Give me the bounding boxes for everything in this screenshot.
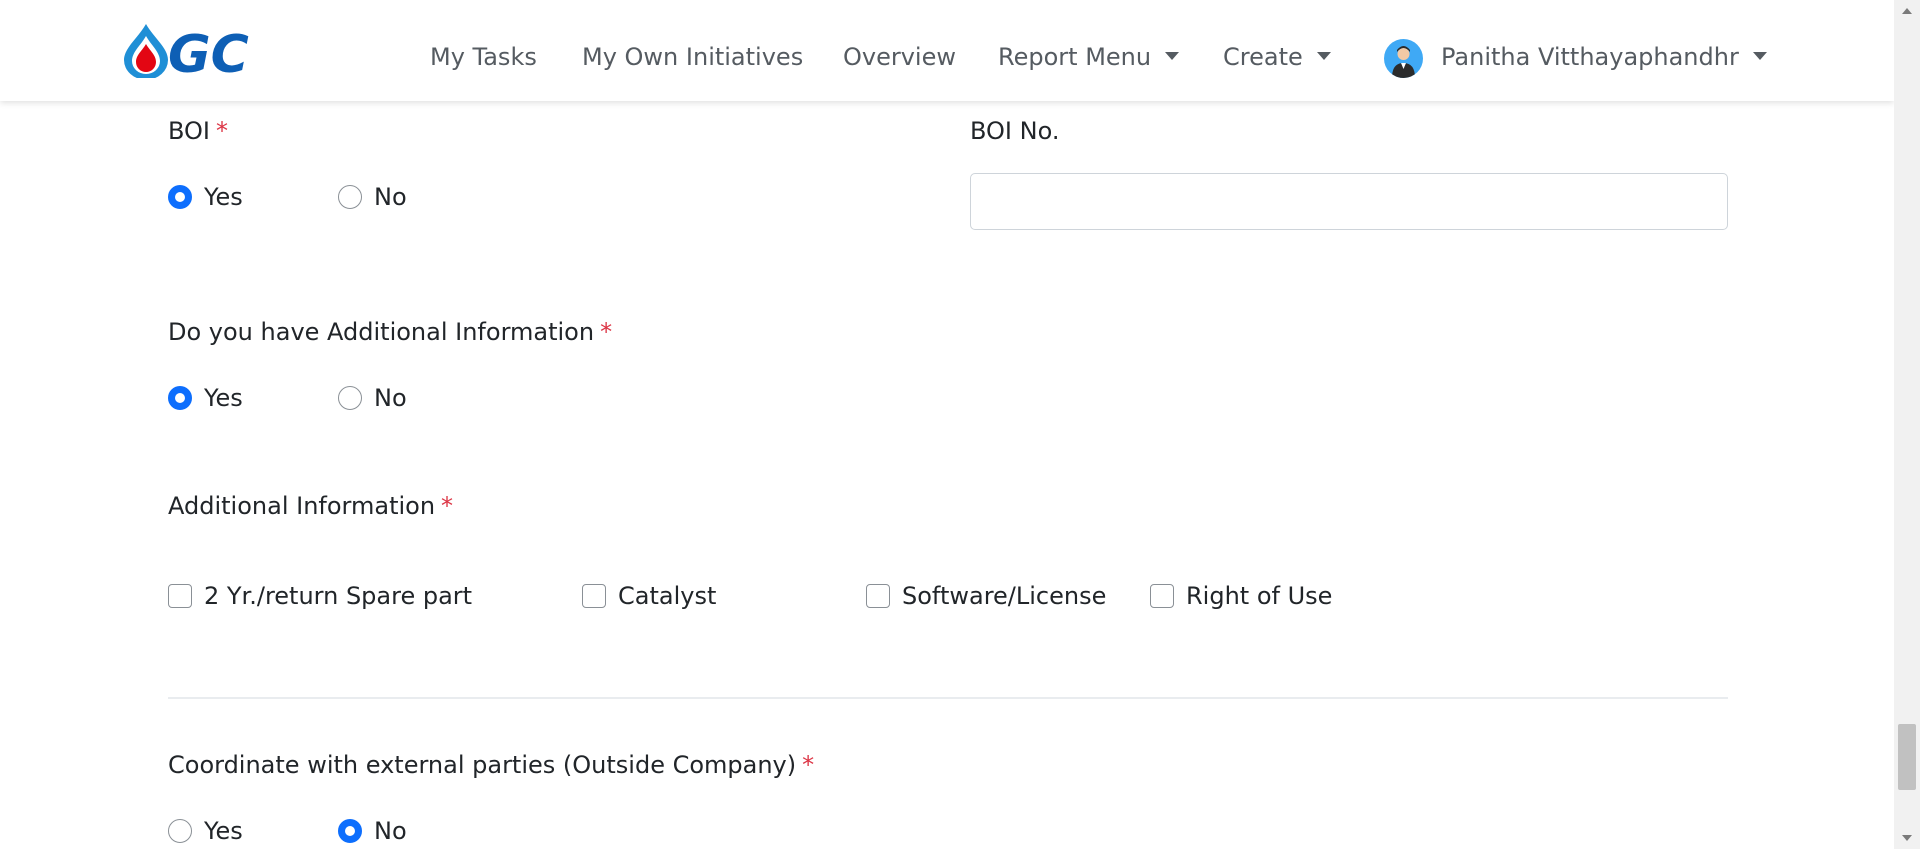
boi-no-label: BOI No. xyxy=(970,117,1060,145)
scrollbar-thumb[interactable] xyxy=(1898,724,1916,790)
radio-label: No xyxy=(374,817,407,845)
checkbox-unchecked-icon[interactable] xyxy=(1150,584,1174,608)
checkbox-label: 2 Yr./return Spare part xyxy=(204,582,473,610)
gc-logo[interactable]: GC xyxy=(124,24,292,85)
svg-text:GC: GC xyxy=(168,25,249,78)
boi-label: BOI * xyxy=(168,117,229,145)
external-parties-yes-radio[interactable]: Yes xyxy=(168,816,243,846)
scroll-up-arrow-icon[interactable] xyxy=(1902,8,1912,14)
checkbox-label: Right of Use xyxy=(1186,582,1333,610)
additional-info-no-radio[interactable]: No xyxy=(338,383,407,413)
checkbox-unchecked-icon[interactable] xyxy=(168,584,192,608)
scroll-down-arrow-icon[interactable] xyxy=(1902,835,1912,841)
nav-my-tasks[interactable]: My Tasks xyxy=(430,40,537,74)
external-parties-no-radio[interactable]: No xyxy=(338,816,407,846)
checkbox-unchecked-icon[interactable] xyxy=(582,584,606,608)
boi-yes-radio[interactable]: Yes xyxy=(168,182,243,212)
radio-checked-icon[interactable] xyxy=(168,386,192,410)
checkbox-unchecked-icon[interactable] xyxy=(866,584,890,608)
nav-overview[interactable]: Overview xyxy=(843,40,956,74)
checkbox-right-of-use[interactable]: Right of Use xyxy=(1150,581,1332,611)
checkbox-spare-part[interactable]: 2 Yr./return Spare part xyxy=(168,581,472,611)
top-navbar: GC My Tasks My Own Initiatives Overview … xyxy=(0,0,1894,101)
boi-no-radio[interactable]: No xyxy=(338,182,407,212)
radio-label: No xyxy=(374,384,407,412)
user-avatar-icon xyxy=(1392,46,1415,78)
radio-unchecked-icon[interactable] xyxy=(168,819,192,843)
radio-label: Yes xyxy=(204,384,243,412)
gc-logo-icon: GC xyxy=(124,24,249,85)
caret-down-icon xyxy=(1165,52,1180,60)
checkbox-label: Software/License xyxy=(902,582,1107,610)
radio-checked-icon[interactable] xyxy=(338,819,362,843)
required-marker: * xyxy=(216,117,229,145)
nav-report-menu-dropdown[interactable]: Report Menu xyxy=(998,40,1180,74)
page-scrollbar[interactable] xyxy=(1894,0,1920,849)
nav-my-own-initiatives[interactable]: My Own Initiatives xyxy=(582,40,803,74)
radio-unchecked-icon[interactable] xyxy=(338,185,362,209)
additional-info-yes-radio[interactable]: Yes xyxy=(168,383,243,413)
radio-label: Yes xyxy=(204,817,243,845)
required-marker: * xyxy=(441,492,454,520)
radio-label: Yes xyxy=(204,183,243,211)
additional-info-label: Additional Information * xyxy=(168,492,454,520)
form-content: BOI * Yes No BOI No. Do you have Addition… xyxy=(0,101,1894,849)
caret-down-icon xyxy=(1752,52,1767,60)
external-parties-label: Coordinate with external parties (Outsid… xyxy=(168,751,815,779)
radio-unchecked-icon[interactable] xyxy=(338,386,362,410)
radio-label: No xyxy=(374,183,407,211)
radio-checked-icon[interactable] xyxy=(168,185,192,209)
checkbox-software-license[interactable]: Software/License xyxy=(866,581,1106,611)
nav-create-dropdown[interactable]: Create xyxy=(1223,40,1331,74)
required-marker: * xyxy=(802,751,815,779)
checkbox-label: Catalyst xyxy=(618,582,717,610)
additional-info-question-label: Do you have Additional Information * xyxy=(168,318,613,346)
caret-down-icon xyxy=(1316,52,1331,60)
required-marker: * xyxy=(600,318,613,346)
user-menu-dropdown[interactable]: Panitha Vitthayaphandhr xyxy=(1441,40,1767,74)
checkbox-catalyst[interactable]: Catalyst xyxy=(582,581,716,611)
boi-no-input[interactable] xyxy=(970,173,1728,230)
user-avatar[interactable] xyxy=(1384,39,1423,78)
section-divider xyxy=(168,697,1728,699)
